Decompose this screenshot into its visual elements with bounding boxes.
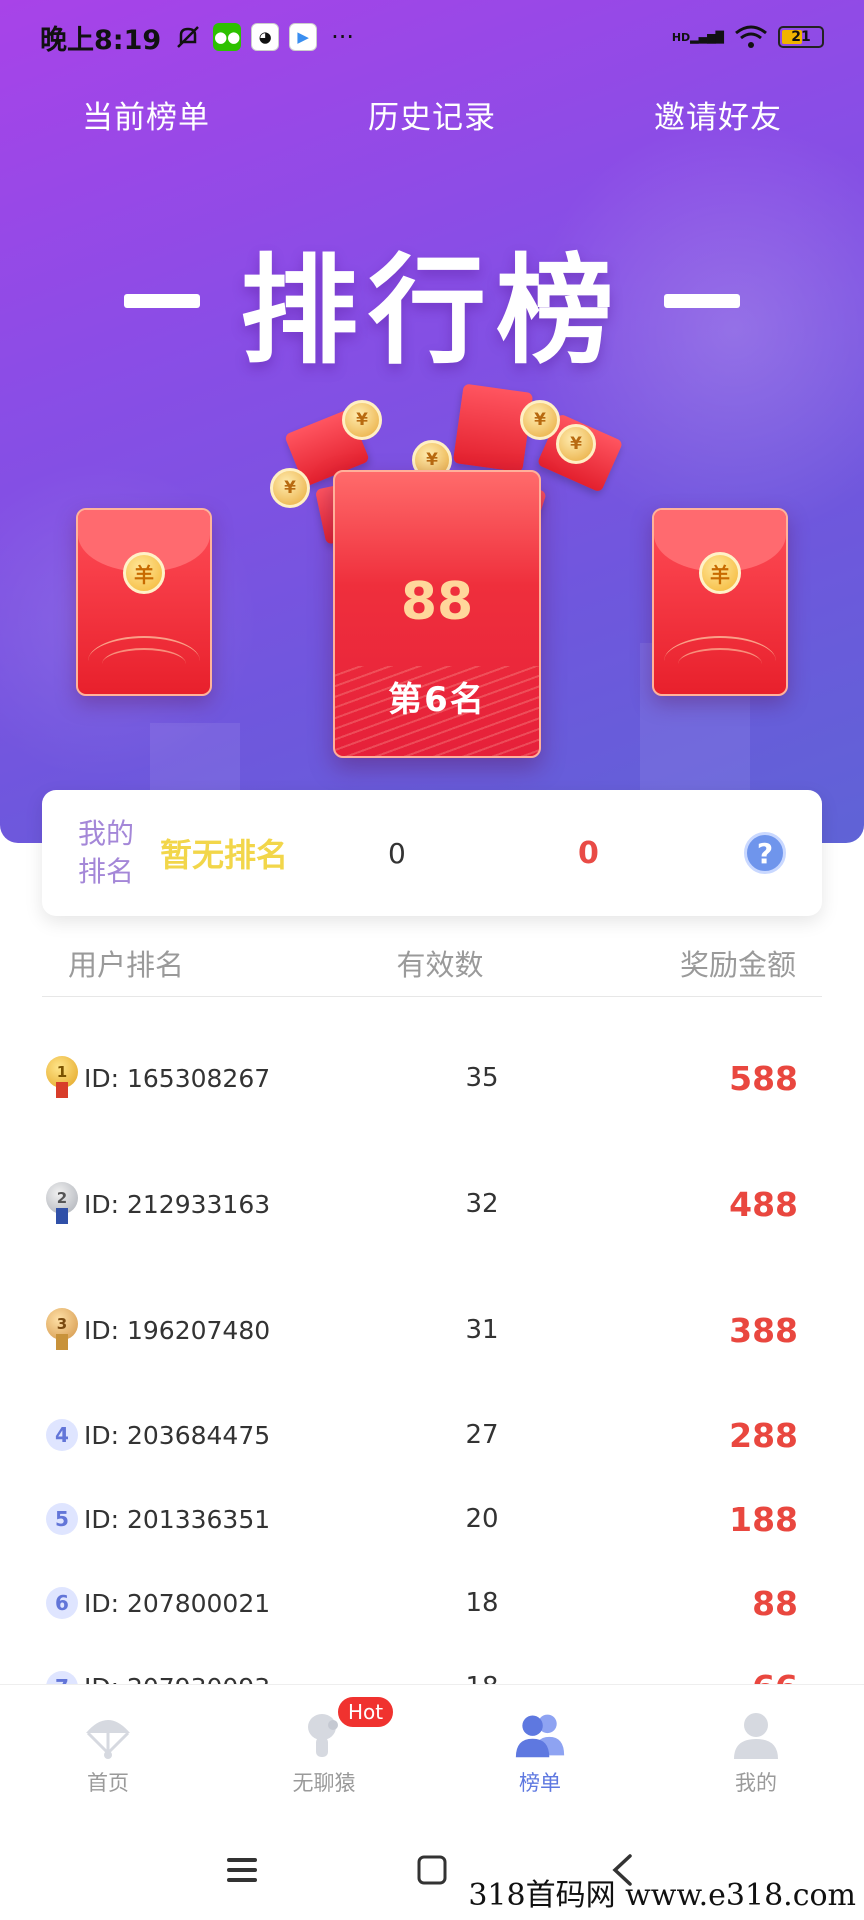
parachute-icon	[82, 1709, 134, 1761]
nav-leaderboard[interactable]: 榜单	[432, 1685, 648, 1820]
gold-medal-icon: 1	[46, 1056, 78, 1100]
row-reward: 588	[729, 1058, 798, 1098]
red-envelope-main: 88 第6名	[333, 470, 541, 758]
person-icon	[730, 1709, 782, 1761]
top-tabs: 当前榜单 历史记录 邀请好友	[0, 92, 864, 137]
table-row[interactable]: 5 ID: 201336351 20 188	[46, 1489, 798, 1549]
tab-current-board[interactable]: 当前榜单	[82, 92, 210, 137]
header-user-rank: 用户排名	[68, 948, 185, 982]
table-row[interactable]: 1 ID: 165308267 35 588	[46, 1048, 798, 1108]
row-reward: 88	[752, 1583, 798, 1623]
envelope-amount: 88	[400, 572, 474, 632]
battery-icon: 21	[778, 26, 824, 48]
nav-bored-ape[interactable]: Hot 无聊猿	[216, 1685, 432, 1820]
title-dash-right	[664, 293, 740, 308]
mute-icon	[177, 26, 200, 48]
table-row[interactable]: 2 ID: 212933163 32 488	[46, 1174, 798, 1234]
my-rank-label: 我的排名	[78, 817, 135, 888]
wifi-icon	[735, 25, 767, 48]
header-reward: 奖励金额	[679, 948, 796, 982]
nav-label: 首页	[87, 1770, 129, 1795]
table-row[interactable]: 3 ID: 196207480 31 388	[46, 1300, 798, 1360]
envelope-coin-icon: 羊	[699, 552, 741, 594]
row-reward: 188	[729, 1499, 798, 1539]
row-user-id: ID: 165308267	[84, 1063, 271, 1093]
nav-label: 我的	[735, 1770, 777, 1795]
row-valid-count: 27	[465, 1420, 499, 1450]
nav-label: 榜单	[519, 1770, 561, 1795]
watermark: 318首码网 www.e318.com	[468, 1878, 856, 1913]
notification-icons: ●● ◕ ▶ ···	[173, 22, 354, 52]
row-user-id: ID: 207800021	[84, 1588, 271, 1618]
envelope-pattern	[664, 636, 776, 686]
menu-icon[interactable]	[222, 1850, 262, 1890]
row-valid-count: 32	[465, 1189, 499, 1219]
red-envelope-left: 羊	[76, 508, 212, 696]
home-square-icon[interactable]	[412, 1850, 452, 1890]
row-valid-count: 20	[465, 1504, 499, 1534]
my-rank-card: 我的排名 暂无排名 0 0 ?	[42, 790, 822, 916]
row-user-id: ID: 196207480	[84, 1315, 271, 1345]
hero-title-row: 排行榜	[0, 215, 864, 386]
my-rank-status: 暂无排名	[160, 836, 289, 874]
hd-signal-icon: HD▂▄▆█	[671, 30, 724, 44]
my-reward: 0	[578, 835, 599, 871]
envelope-pattern	[88, 636, 200, 686]
wechat-icon: ●●	[213, 23, 242, 51]
qq-icon: ◕	[251, 23, 280, 51]
coin-icon: ¥	[556, 424, 596, 464]
row-reward: 288	[729, 1415, 798, 1455]
nav-mine[interactable]: 我的	[648, 1685, 864, 1820]
users-icon	[514, 1709, 566, 1761]
red-envelope-right: 羊	[652, 508, 788, 696]
row-reward: 488	[729, 1184, 798, 1224]
row-user-id: ID: 203684475	[84, 1420, 271, 1450]
row-valid-count: 18	[465, 1588, 499, 1618]
table-row[interactable]: 4 ID: 203684475 27 288	[46, 1405, 798, 1465]
hot-badge: Hot	[336, 1695, 396, 1729]
bronze-medal-icon: 3	[46, 1308, 78, 1352]
divider	[42, 996, 822, 997]
rank-badge: 6	[46, 1587, 78, 1619]
header-valid-count: 有效数	[396, 948, 484, 982]
hero-banner: 晚上8:19 ●● ◕ ▶ ··· HD▂▄▆█ 21 当前榜单 历史记录 邀请…	[0, 0, 864, 843]
coin-icon: ¥	[270, 468, 310, 508]
row-valid-count: 31	[465, 1315, 499, 1345]
tab-invite-friends[interactable]: 邀请好友	[654, 92, 782, 137]
bottom-nav: 首页 Hot 无聊猿 榜单 我的	[0, 1684, 864, 1820]
my-valid-count: 0	[388, 836, 406, 870]
play-store-icon: ▶	[289, 23, 318, 51]
silver-medal-icon: 2	[46, 1182, 78, 1226]
nav-label: 无聊猿	[292, 1770, 356, 1795]
status-bar: 晚上8:19 ●● ◕ ▶ ··· HD▂▄▆█ 21	[0, 0, 864, 74]
more-icon: ···	[331, 23, 355, 51]
coin-icon: ¥	[520, 400, 560, 440]
status-time: 晚上8:19	[40, 24, 162, 56]
table-row[interactable]: 6 ID: 207800021 18 88	[46, 1573, 798, 1633]
coin-icon: ¥	[342, 400, 382, 440]
table-header: 用户排名 有效数 奖励金额	[42, 935, 822, 991]
row-reward: 388	[729, 1310, 798, 1350]
envelope-rank: 第6名	[388, 680, 486, 720]
tab-history[interactable]: 历史记录	[368, 92, 496, 137]
status-right: HD▂▄▆█ 21	[672, 24, 824, 50]
row-user-id: ID: 212933163	[84, 1189, 271, 1219]
rank-badge: 4	[46, 1419, 78, 1451]
envelope-coin-icon: 羊	[123, 552, 165, 594]
row-user-id: ID: 201336351	[84, 1504, 271, 1534]
help-icon[interactable]: ?	[744, 832, 786, 874]
rank-badge: 5	[46, 1503, 78, 1535]
title-dash-left	[123, 293, 200, 308]
nav-home[interactable]: 首页	[0, 1685, 216, 1820]
page-title: 排行榜	[239, 242, 624, 380]
row-valid-count: 35	[465, 1063, 499, 1093]
